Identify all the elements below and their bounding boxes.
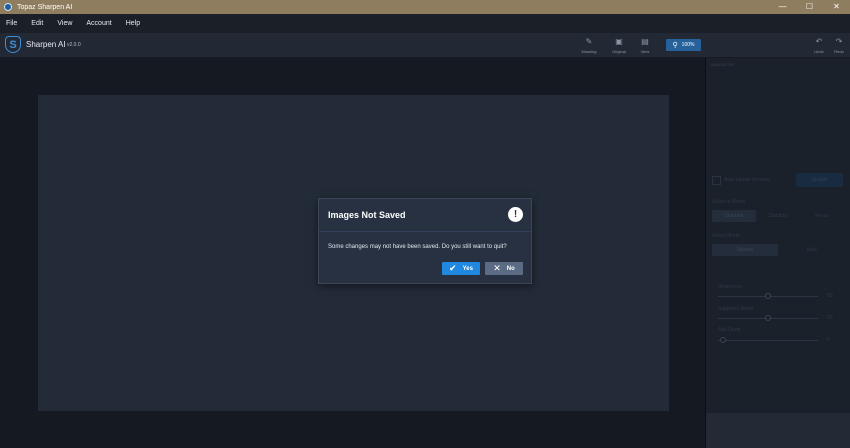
- suppress-noise-value: 50: [827, 315, 833, 321]
- magnifier-icon: ⚲: [672, 42, 678, 49]
- view-label: View: [640, 49, 650, 54]
- redo-icon: ↷: [835, 37, 843, 46]
- mode-auto[interactable]: Auto: [779, 244, 844, 256]
- zoom-button[interactable]: ⚲ 100%: [666, 39, 701, 51]
- add-grain-value: 0: [827, 337, 830, 343]
- add-grain-track[interactable]: [718, 340, 818, 341]
- original-label: Original: [612, 49, 626, 54]
- undo-icon: ↶: [815, 37, 823, 46]
- original-tool[interactable]: ▣ Original: [608, 37, 630, 54]
- yes-button[interactable]: ✔ Yes: [442, 262, 480, 275]
- panel-footer: [706, 413, 850, 448]
- window-title: Topaz Sharpen AI: [17, 3, 73, 11]
- maximize-icon[interactable]: ☐: [796, 0, 823, 14]
- zoom-level: 100%: [681, 42, 695, 48]
- masking-label: Masking: [581, 49, 597, 54]
- undo-label: Undo: [814, 49, 824, 54]
- minimize-icon[interactable]: —: [769, 0, 796, 14]
- app-icon: [4, 3, 12, 11]
- sharpness-label: Sharpness: [718, 284, 742, 290]
- dialog-divider: [319, 231, 531, 232]
- no-button[interactable]: ✕ No: [485, 262, 523, 275]
- view-icon: ▤: [641, 37, 649, 46]
- menu-view[interactable]: View: [57, 20, 72, 27]
- model-stabilize[interactable]: Stabilize: [757, 210, 799, 222]
- yes-label: Yes: [462, 265, 473, 272]
- check-icon: ✔: [449, 263, 457, 273]
- select-model-label: Select a Model: [712, 199, 746, 205]
- masking-tool[interactable]: ✎ Masking: [578, 37, 600, 54]
- undo-button[interactable]: ↶ Undo: [808, 37, 830, 54]
- redo-button[interactable]: ↷ Redo: [828, 37, 850, 54]
- auto-update-checkbox[interactable]: [712, 176, 721, 185]
- menu-account[interactable]: Account: [86, 20, 111, 27]
- sharpness-knob[interactable]: [765, 293, 771, 299]
- menu-edit[interactable]: Edit: [31, 20, 43, 27]
- menu-file[interactable]: File: [6, 20, 17, 27]
- dialog-title: Images Not Saved: [328, 210, 406, 220]
- close-icon[interactable]: ✕: [823, 0, 850, 14]
- sharpen-logo-icon: S: [5, 36, 21, 53]
- app-version: v2.0.0: [67, 42, 81, 48]
- app-toolbar: S Sharpen AI v2.0.0 ✎ Masking ▣ Original…: [0, 33, 850, 58]
- redo-label: Redo: [834, 49, 844, 54]
- add-grain-label: Add Grain: [718, 327, 741, 333]
- navigator-title: NAVIGATOR: [711, 62, 734, 67]
- model-focus[interactable]: Focus: [800, 210, 844, 222]
- brush-icon: ✎: [585, 37, 593, 46]
- model-sharpen[interactable]: Sharpen: [712, 210, 756, 222]
- select-mode-label: Select Mode: [712, 233, 740, 239]
- dialog-message: Some changes may not have been saved. Do…: [328, 244, 507, 250]
- menu-help[interactable]: Help: [126, 20, 140, 27]
- add-grain-knob[interactable]: [720, 337, 726, 343]
- unsaved-dialog: Images Not Saved ! Some changes may not …: [318, 198, 532, 284]
- sharpness-value: 50: [827, 293, 833, 299]
- image-icon: ▣: [615, 37, 623, 46]
- window-controls: — ☐ ✕: [769, 0, 850, 14]
- alert-icon: !: [508, 207, 523, 222]
- suppress-noise-label: Suppress Noise: [718, 306, 754, 312]
- update-button[interactable]: Update: [796, 173, 843, 187]
- auto-update-label: Auto update preview: [724, 177, 770, 183]
- mode-manual[interactable]: Manual: [712, 244, 778, 256]
- x-icon: ✕: [493, 263, 501, 273]
- no-label: No: [506, 265, 515, 272]
- view-tool[interactable]: ▤ View: [634, 37, 656, 54]
- suppress-noise-knob[interactable]: [765, 315, 771, 321]
- menu-bar: File Edit View Account Help: [0, 14, 850, 33]
- window-titlebar: Topaz Sharpen AI — ☐ ✕: [0, 0, 850, 14]
- app-name: Sharpen AI: [26, 40, 66, 49]
